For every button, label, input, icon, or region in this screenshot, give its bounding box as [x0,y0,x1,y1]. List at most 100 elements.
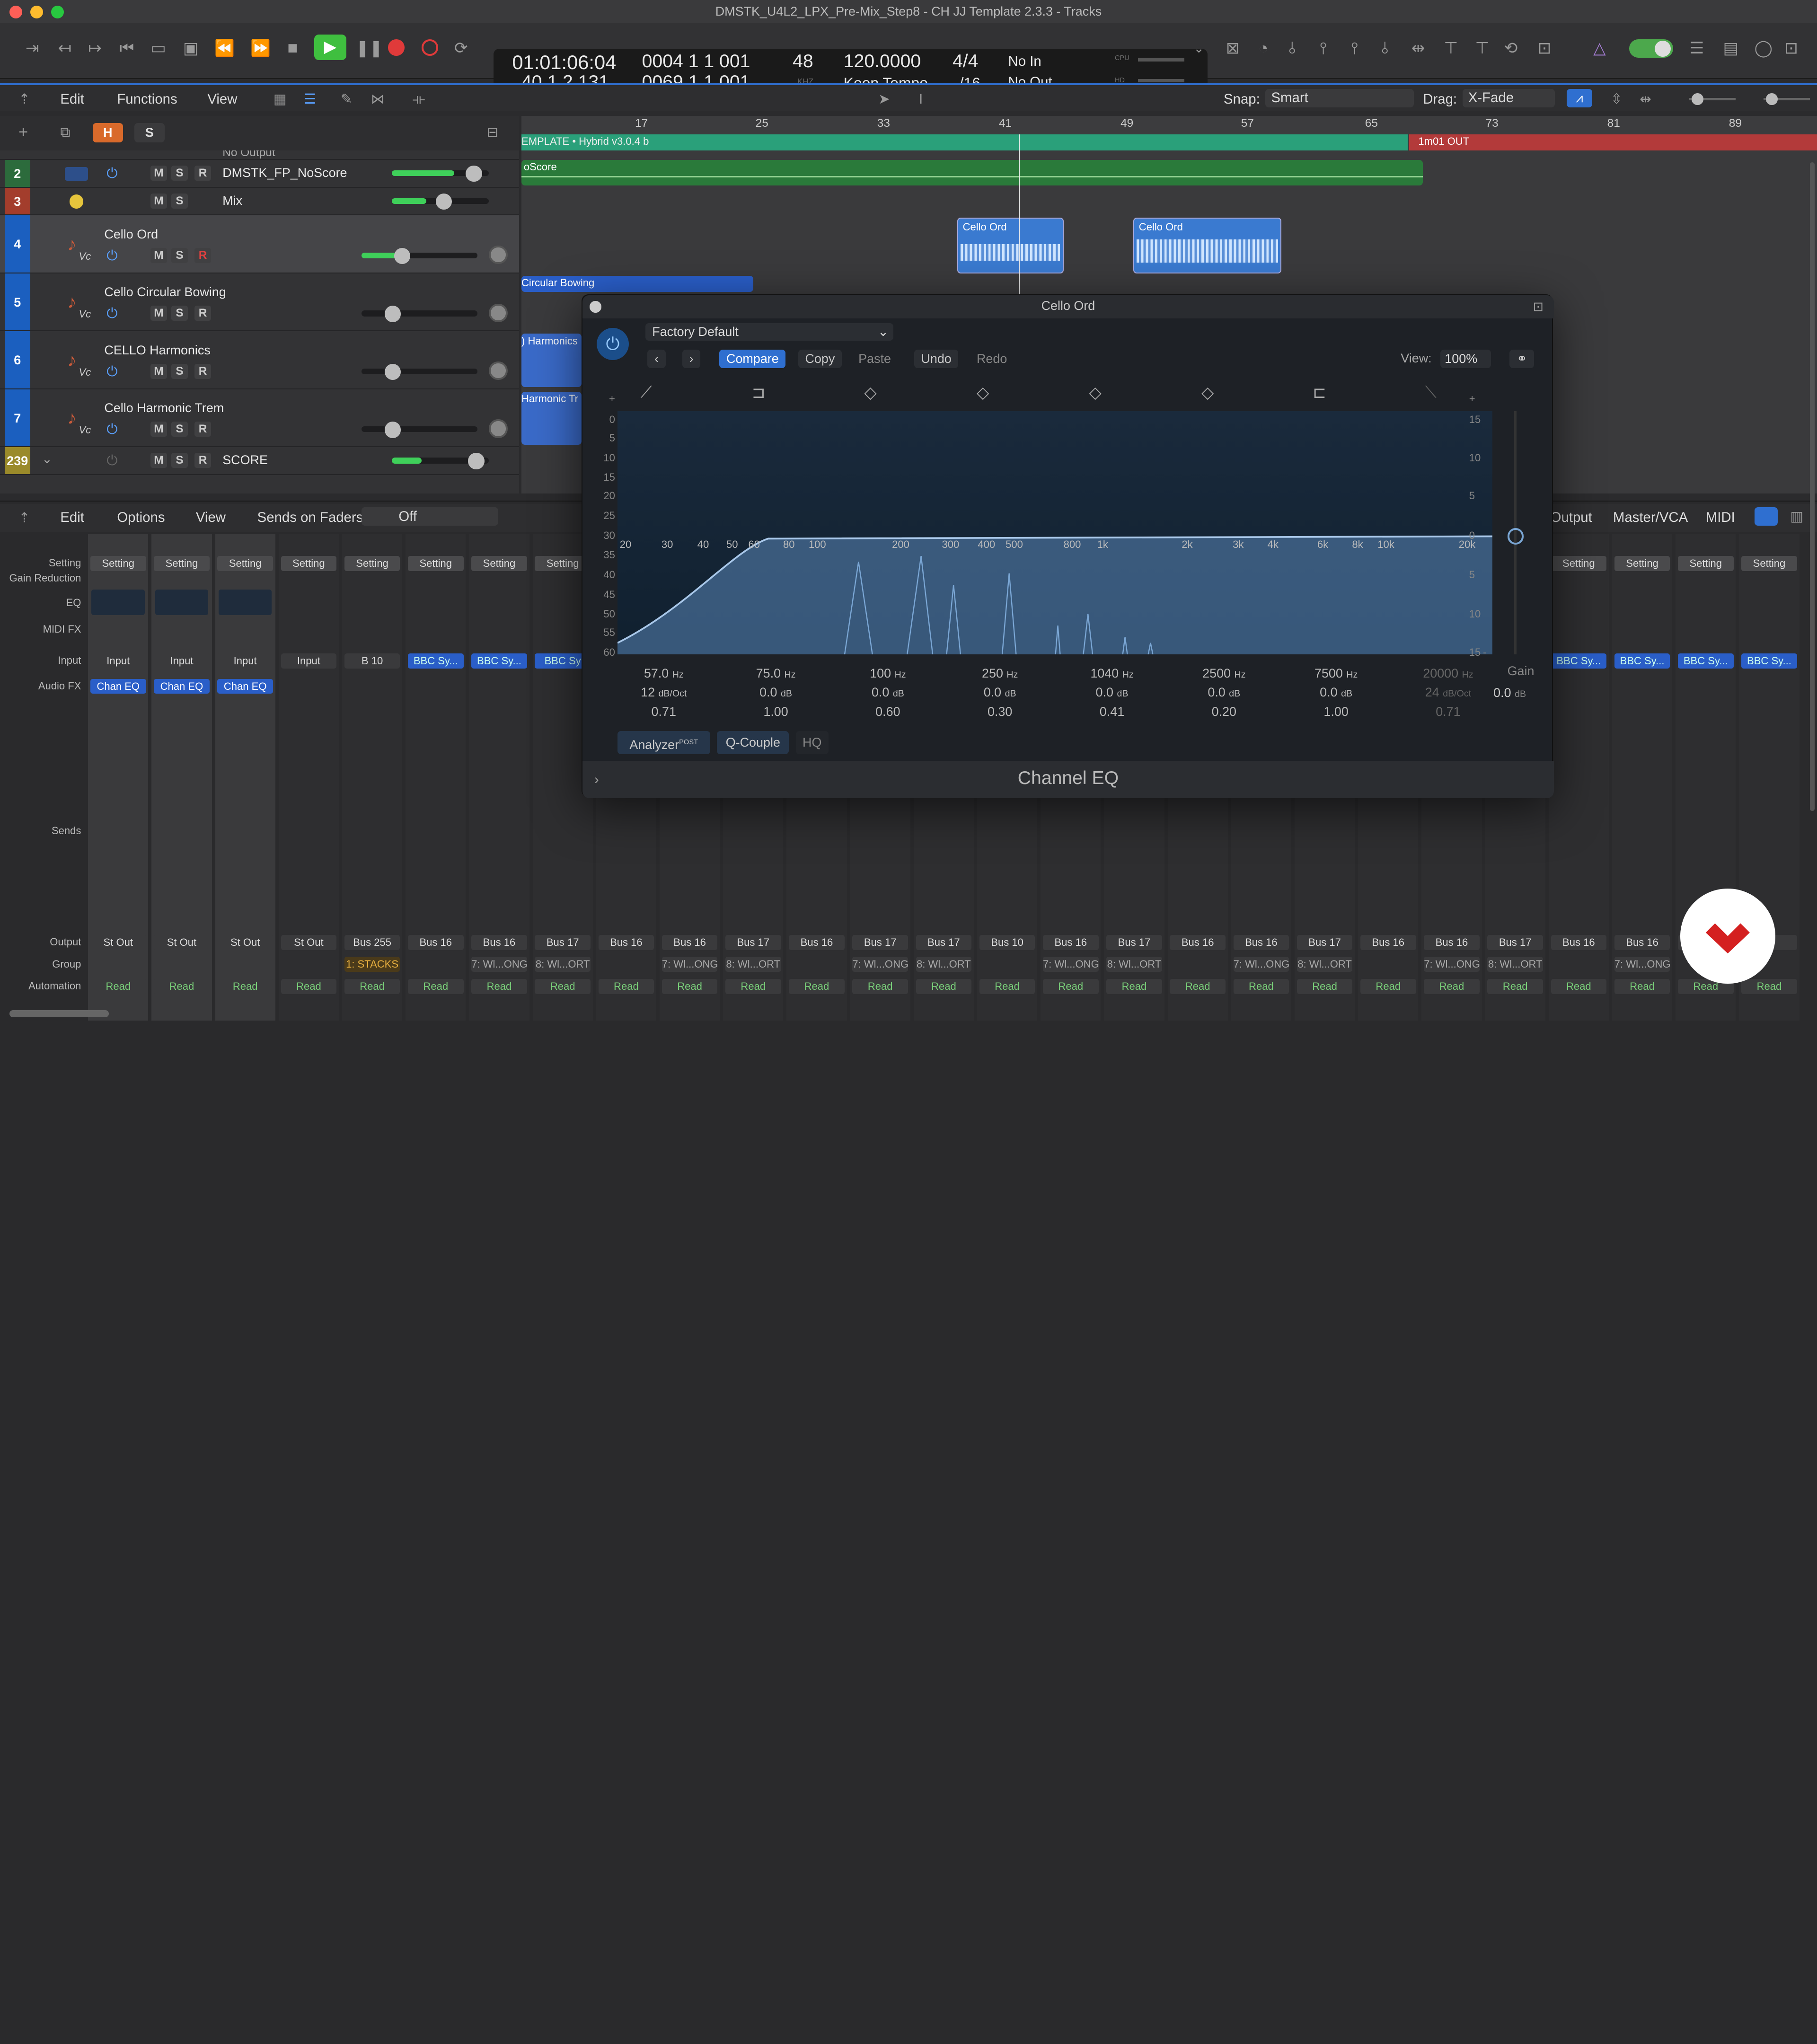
output-slot[interactable]: Bus 16 [598,934,654,950]
input-slot[interactable]: Input [154,653,210,669]
highshelf-icon[interactable]: ⊏ [1313,383,1326,402]
view-zoom-dropdown[interactable]: 100% [1440,350,1491,369]
output-slot[interactable]: Bus 16 [471,934,527,950]
out-marker[interactable]: 1m01 OUT [1409,134,1817,151]
automation-mode[interactable]: Read [1042,978,1099,994]
track-name[interactable]: CELLO Harmonics [104,343,210,358]
solo-button[interactable]: S [171,306,188,321]
volume-fader[interactable] [362,368,477,374]
output-slot[interactable]: Bus 16 [789,934,845,950]
input-slot[interactable]: BBC Sy... [1551,653,1607,669]
bar-ruler[interactable]: 17 25 33 41 49 57 65 73 81 89 [521,115,1817,135]
band-q[interactable]: 1.00 [730,705,822,719]
automation-mode[interactable]: Read [598,978,654,994]
band-parameter-column[interactable]: 100 Hz 0.0 dB 0.60 [841,666,934,720]
lowcut-icon[interactable]: ⟋ [641,383,652,402]
list-icon[interactable]: ☰ [304,90,316,108]
solo-button[interactable]: S [171,166,188,181]
automation-mode[interactable]: Read [852,978,908,994]
record-enable-button[interactable]: R [194,248,211,263]
group-slot[interactable] [1360,957,1416,972]
mute-button[interactable]: M [150,248,167,263]
bell-icon[interactable]: ◇ [864,383,876,402]
input-slot[interactable]: B 10 [344,653,400,669]
group-slot[interactable] [154,957,210,972]
circular-bowing-region[interactable]: Circular Bowing [521,275,753,292]
mixer-scrollbar[interactable] [9,1010,109,1018]
track-name[interactable]: Mix [222,194,242,208]
eq-thumbnail[interactable] [91,590,145,615]
back-icon[interactable]: ↤ [58,39,71,58]
mixer-edit-menu[interactable]: Edit [60,510,84,526]
output-slot[interactable]: Bus 17 [852,934,908,950]
output-slot[interactable]: Bus 17 [1487,934,1543,950]
eq-thumbnail[interactable] [218,590,272,615]
up-arrow-icon[interactable]: ⇡ [18,509,30,527]
input-slot[interactable]: Input [281,653,337,669]
split-icon[interactable]: ⫯ [1320,39,1327,58]
band-gain[interactable]: 0.0 dB [953,685,1046,700]
output-slot[interactable]: Bus 16 [1170,934,1226,950]
band-frequency[interactable]: 100 Hz [841,666,934,681]
volume-fader[interactable] [362,252,477,259]
setting-button[interactable]: Setting [1551,556,1607,571]
record-enable-button[interactable]: R [194,422,211,437]
automation-mode[interactable]: Read [1360,978,1416,994]
low-latency-toggle[interactable] [1629,39,1674,58]
band-q[interactable]: 0.71 [617,705,710,719]
audio-fx-slot[interactable] [1614,679,1670,694]
track-row-selected[interactable]: 4 ♪ Vc Cello Ord ⏻ M S R [0,215,520,273]
automation-mode[interactable]: Read [90,978,146,994]
tuner-icon[interactable]: ⫰ [1288,39,1296,58]
text-tool-icon[interactable]: I [919,90,923,108]
score-icon[interactable]: ⊡ [1538,39,1552,58]
gain-slider-handle[interactable] [1507,528,1524,545]
bell-icon[interactable]: ◇ [1089,383,1101,402]
automation-mode[interactable]: Read [281,978,337,994]
single-view-button[interactable] [1754,507,1778,526]
automation-mode[interactable]: Read [1297,978,1353,994]
pan-knob[interactable] [489,303,508,322]
group-slot[interactable] [1170,957,1226,972]
automation-mode[interactable]: Read [916,978,972,994]
band-q[interactable]: 1.00 [1290,705,1383,719]
loop-icon[interactable]: ▣ [183,39,198,58]
band-parameter-column[interactable]: 250 Hz 0.0 dB 0.30 [953,666,1046,720]
group-slot[interactable] [281,957,337,972]
solo-global-button[interactable]: S [134,123,165,143]
undo-button[interactable]: Undo [914,350,959,369]
audio-fx-slot[interactable] [1551,679,1607,694]
notes-icon[interactable]: ▤ [1723,39,1738,58]
flex-icon[interactable]: ⋈ [371,90,385,108]
harmonic-trem-region[interactable]: Harmonic Tr [521,391,582,445]
output-slot[interactable]: St Out [90,934,146,950]
band-gain[interactable]: 12 dB/Oct [617,685,710,700]
group-slot[interactable]: 7: Wl...ONG [1614,957,1670,972]
track-row[interactable]: 2 ⏻ M S R DMSTK_FP_NoScore [0,159,520,188]
audio-fx-slot[interactable] [1678,679,1734,694]
input-slot[interactable]: BBC Sy... [407,653,464,669]
group-slot[interactable]: 8: Wl...ORT [1106,957,1162,972]
audio-fx-slot[interactable] [344,679,400,694]
q-couple-button[interactable]: Q-Couple [717,731,789,754]
volume-knob[interactable] [468,453,485,469]
track-name[interactable]: SCORE [222,453,268,467]
pan-knob[interactable] [489,246,508,264]
group-slot[interactable] [789,957,845,972]
sends-on-faders-dropdown[interactable]: Off [362,507,499,526]
record-button[interactable] [388,39,405,56]
audio-fx-slot[interactable] [281,679,337,694]
band-gain[interactable]: 0.0 dB [841,685,934,700]
setting-button[interactable]: Setting [471,556,527,571]
input-slot[interactable]: BBC Sy... [471,653,527,669]
group-slot[interactable] [217,957,273,972]
output-slot[interactable]: St Out [217,934,273,950]
stop-button[interactable]: ■ [287,38,298,57]
band-q[interactable]: 0.20 [1178,705,1270,719]
output-slot[interactable]: Bus 16 [1233,934,1289,950]
group-slot[interactable]: 8: Wl...ORT [535,957,591,972]
band-parameter-column[interactable]: 1040 Hz 0.0 dB 0.41 [1066,666,1158,720]
input-slot[interactable]: BBC Sy... [1677,653,1734,669]
group-slot[interactable]: 8: Wl...ORT [1487,957,1543,972]
pencil-tool-icon[interactable]: ✎ [341,90,353,108]
